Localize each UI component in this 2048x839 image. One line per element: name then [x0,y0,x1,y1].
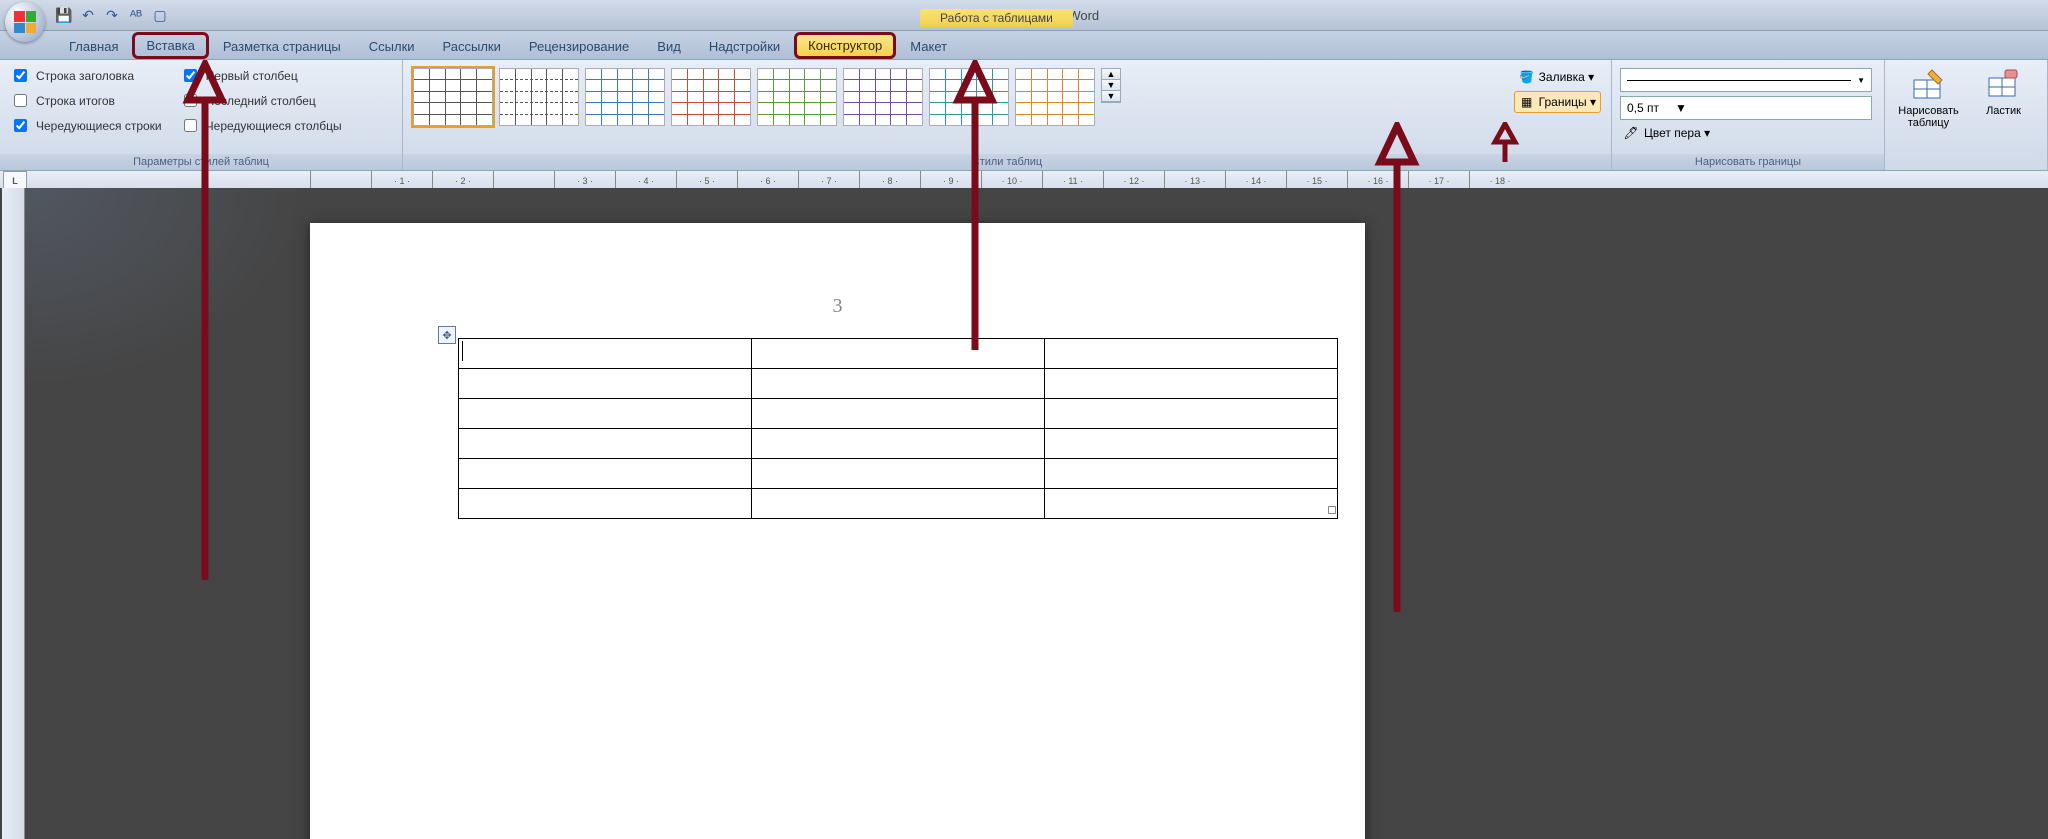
gallery-scroll: ▲ ▼ ▼ [1101,68,1121,103]
tab-design[interactable]: Конструктор [794,32,896,59]
check-last-col[interactable]: Последний столбец [180,91,342,110]
table-style-6[interactable] [843,68,923,126]
title-bar: 💾 ↶ ↷ ᴬᴮ ▢ док.docx - Microsoft Word Раб… [0,0,2048,31]
table-styles-gallery: ▲ ▼ ▼ [409,64,1510,154]
check-header-row[interactable]: Строка заголовка [10,66,162,85]
gallery-more-icon[interactable]: ▼ [1102,91,1120,102]
gallery-down-icon[interactable]: ▼ [1102,80,1120,91]
borders-button[interactable]: ▦Границы ▾ [1514,91,1601,113]
table-style-3[interactable] [585,68,665,126]
new-doc-icon[interactable]: ▢ [151,6,169,24]
spellcheck-icon[interactable]: ᴬᴮ [127,6,145,24]
document-table[interactable] [458,338,1338,519]
group-draw-borders: ▼ 0,5 пт▼ 🖊Цвет пера ▾ Нарисовать границ… [1612,60,1885,170]
tab-view[interactable]: Вид [643,34,695,59]
vertical-ruler[interactable] [2,188,25,839]
text-cursor [462,341,463,361]
table-style-5[interactable] [757,68,837,126]
group-label-options: Параметры стилей таблиц [0,154,402,170]
quick-access-toolbar: 💾 ↶ ↷ ᴬᴮ ▢ [55,6,169,24]
pen-color-button[interactable]: 🖊Цвет пера ▾ [1620,122,1876,144]
document-page[interactable]: 3 ✥ [310,223,1365,839]
tab-layout[interactable]: Макет [896,34,961,59]
eraser-icon [1987,68,2021,102]
table-move-handle[interactable]: ✥ [438,326,456,344]
table-style-2[interactable] [499,68,579,126]
table-style-7[interactable] [929,68,1009,126]
chevron-down-icon: ▼ [1857,76,1865,85]
document-workspace: 3 ✥ [0,188,2048,839]
undo-icon[interactable]: ↶ [79,6,97,24]
table-style-1[interactable] [413,68,493,126]
tab-mailings[interactable]: Рассылки [429,34,515,59]
tab-addins[interactable]: Надстройки [695,34,794,59]
draw-table-button[interactable]: Нарисовать таблицу [1891,64,1966,133]
check-first-col[interactable]: Первый столбец [180,66,342,85]
check-banded-cols[interactable]: Чередующиеся столбцы [180,116,342,135]
table-style-4[interactable] [671,68,751,126]
group-label-draw: Нарисовать границы [1612,154,1884,170]
redo-icon[interactable]: ↷ [103,6,121,24]
page-number: 3 [833,295,843,318]
pencil-table-icon [1912,68,1946,102]
tab-home[interactable]: Главная [55,34,132,59]
gallery-up-icon[interactable]: ▲ [1102,69,1120,80]
tab-references[interactable]: Ссылки [355,34,429,59]
office-logo-icon [14,11,36,33]
context-tab-title: Работа с таблицами [920,9,1073,27]
ribbon: Строка заголовка Строка итогов Чередующи… [0,60,2048,171]
eraser-button[interactable]: Ластик [1966,64,2041,121]
line-style-select[interactable]: ▼ [1620,68,1872,92]
shadow-decoration [24,188,304,388]
table-style-8[interactable] [1015,68,1095,126]
check-banded-rows[interactable]: Чередующиеся строки [10,116,162,135]
office-button[interactable] [5,2,45,42]
table-resize-handle[interactable] [1328,506,1336,514]
line-weight-select[interactable]: 0,5 пт▼ [1620,96,1872,120]
pen-icon: 🖊 [1623,125,1639,141]
chevron-down-icon: ▼ [1675,101,1687,115]
group-table-styles: ▲ ▼ ▼ 🪣Заливка ▾ ▦Границы ▾ Стили таблиц [403,60,1612,170]
save-icon[interactable]: 💾 [55,6,73,24]
check-total-row[interactable]: Строка итогов [10,91,162,110]
borders-icon: ▦ [1519,94,1535,110]
ribbon-tabs: Главная Вставка Разметка страницы Ссылки… [0,31,2048,60]
group-label-styles: Стили таблиц [403,154,1611,170]
group-table-style-options: Строка заголовка Строка итогов Чередующи… [0,60,403,170]
tab-insert[interactable]: Вставка [132,32,208,59]
group-draw-tools: Нарисовать таблицу Ластик [1885,60,2048,170]
tab-review[interactable]: Рецензирование [515,34,643,59]
bucket-icon: 🪣 [1519,69,1535,85]
tab-page-layout[interactable]: Разметка страницы [209,34,355,59]
shading-button[interactable]: 🪣Заливка ▾ [1514,66,1601,88]
